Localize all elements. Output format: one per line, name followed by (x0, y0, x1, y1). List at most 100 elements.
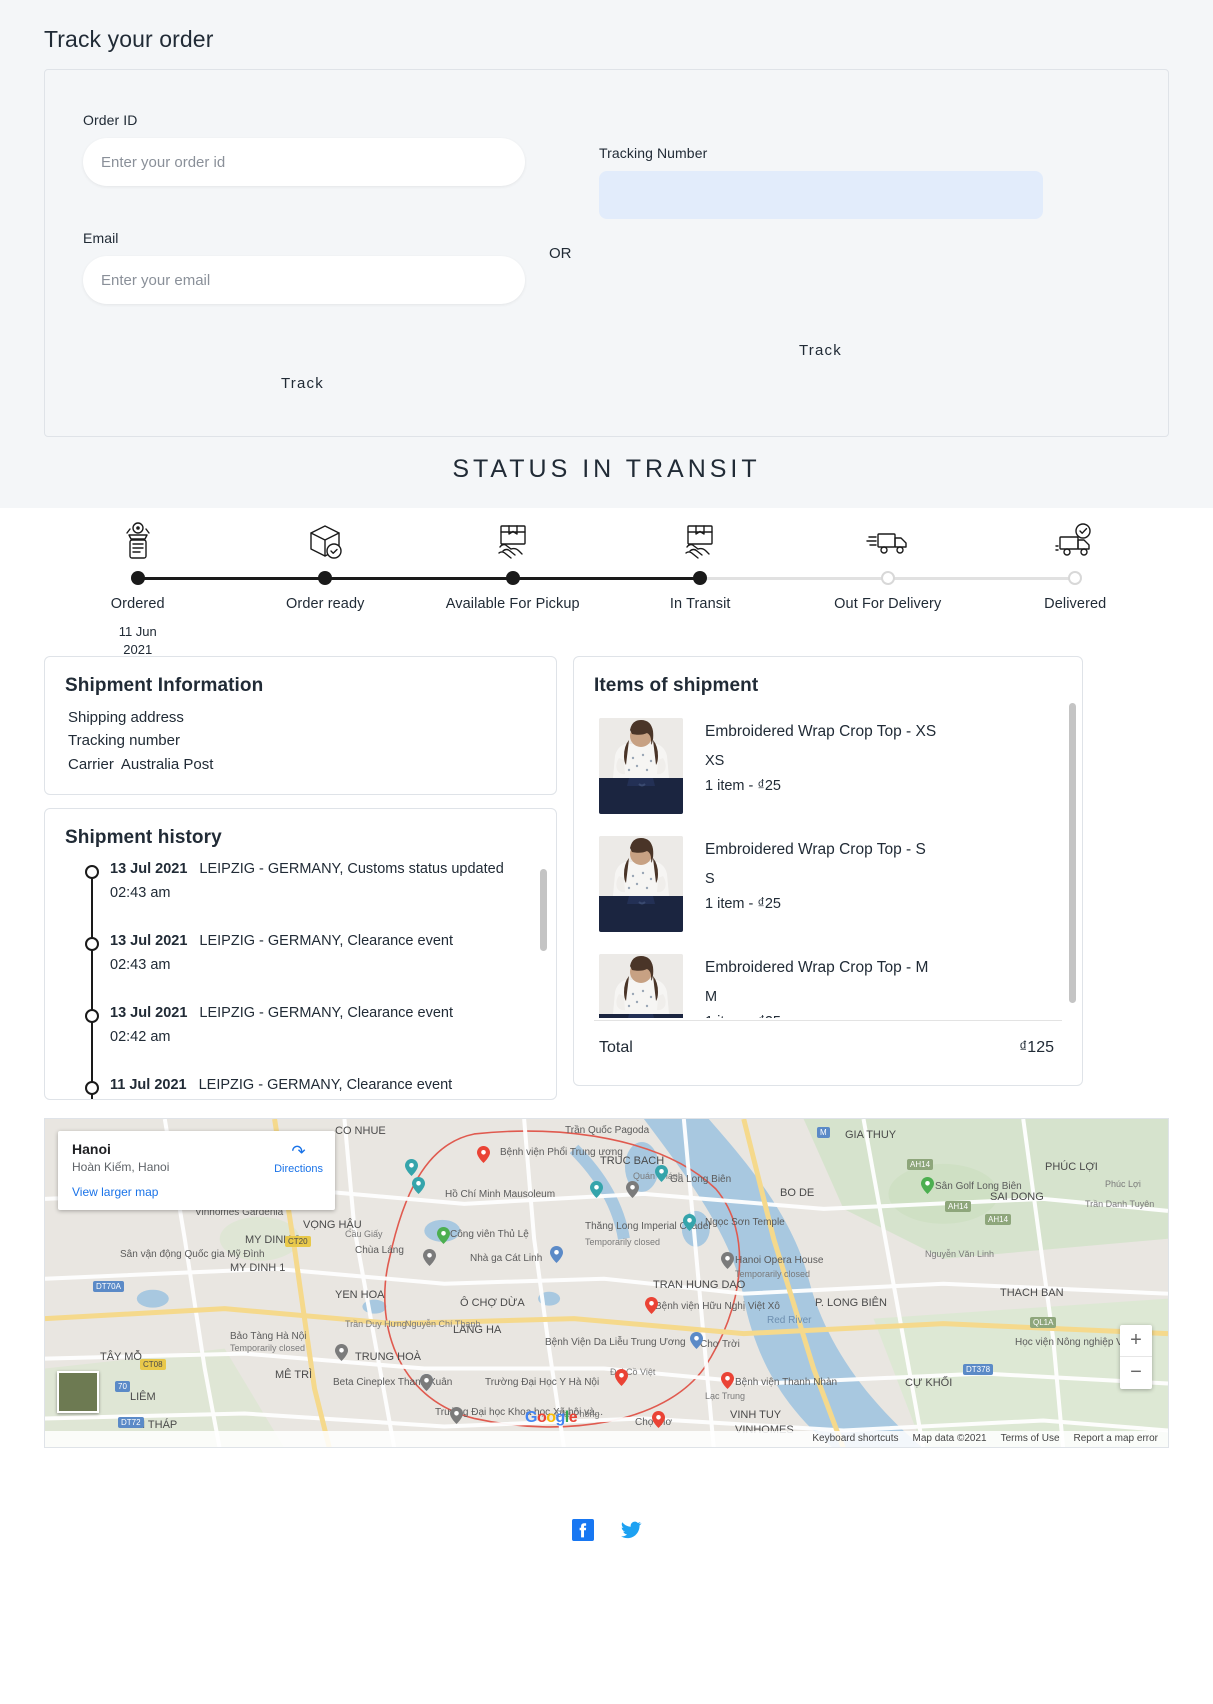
map-location-pin-icon[interactable] (412, 1176, 425, 1194)
shipment-info-label: Carrier (68, 755, 114, 773)
map-location-pin-icon[interactable] (550, 1245, 563, 1263)
map-location-pin-icon[interactable] (477, 1145, 490, 1163)
map-location-pin-icon[interactable] (437, 1226, 450, 1244)
history-time: 02:42 am (110, 1028, 171, 1045)
map-label: Temporarily closed (735, 1268, 811, 1279)
shipment-item-row: Embroidered Wrap Crop Top - XS XS 1 item… (594, 706, 1048, 824)
map-location-pin-icon[interactable] (405, 1158, 418, 1176)
map-label: Trần Duy Hưng (345, 1318, 407, 1329)
map-location-pin-icon[interactable] (423, 1248, 436, 1266)
map-highway-badge: M (817, 1126, 830, 1138)
shipment-info-label: Shipping address (68, 709, 184, 726)
map-location-pin-icon[interactable] (590, 1180, 603, 1198)
map-location-pin-icon[interactable] (690, 1331, 703, 1349)
track-button-order-id[interactable]: Track (281, 375, 324, 392)
history-description: LEIPZIG - GERMANY, Clearance event (198, 1076, 453, 1093)
shipment-info-row: Tracking number (65, 729, 536, 752)
shipment-info-label: Tracking number (68, 732, 180, 750)
map-label: Ngọc Sơn Temple (705, 1216, 785, 1228)
history-date: 13 Jul 2021 (110, 1004, 188, 1021)
stepper-step-delivered: Delivered (982, 518, 1170, 659)
social-footer (0, 1448, 1213, 1558)
map-highway-badge: AH14 (985, 1213, 1012, 1225)
view-larger-map-link[interactable]: View larger map (72, 1185, 158, 1199)
shipment-history-item: 13 Jul 2021 LEIPZIG - GERMANY, Customs st… (69, 861, 536, 949)
email-input[interactable] (83, 256, 525, 304)
map-label: Nguyễn Văn Linh (925, 1248, 995, 1259)
items-list: Embroidered Wrap Crop Top - XS XS 1 item… (594, 706, 1062, 1018)
map-location-pin-icon[interactable] (655, 1164, 668, 1182)
google-logo-letter: o (536, 1408, 547, 1426)
map-info-card[interactable]: Hanoi Hoàn Kiếm, Hanoi View larger map ↷… (58, 1130, 335, 1210)
map-location-pin-icon[interactable] (626, 1180, 639, 1198)
map-label: CỰ KHỐI (905, 1376, 953, 1389)
map-location-pin-icon[interactable] (335, 1343, 348, 1361)
map-location-pin-icon[interactable] (615, 1368, 628, 1386)
map-location-pin-icon[interactable] (420, 1373, 433, 1391)
google-logo-letter: e (568, 1408, 578, 1426)
tracking-number-input[interactable] (599, 171, 1043, 219)
delivery-map[interactable]: CO NHUE Trần Quốc Pagoda GIA THUY TRUC BACH… (44, 1117, 1169, 1448)
shipment-information-rows: Shipping address Tracking number Carrier Au… (65, 706, 536, 776)
history-description: LEIPZIG - GERMANY, Clearance event (199, 1004, 453, 1021)
product-variant: XS (705, 753, 725, 770)
map-highway-badge: AH14 (945, 1200, 972, 1212)
map-label: CO NHUE (335, 1124, 386, 1137)
map-directions-button[interactable]: ↷ Directions (274, 1143, 323, 1175)
stepper-step-out-for-delivery: Out For Delivery (794, 518, 1076, 659)
stepper-step-in-transit: In Transit (607, 518, 888, 659)
map-zoom-controls[interactable]: + − (1120, 1324, 1152, 1389)
map-satellite-thumbnail[interactable] (57, 1370, 99, 1413)
shipment-history-title: Shipment history (65, 826, 222, 848)
map-label: SAI DONG (990, 1190, 1044, 1203)
stepper-step-label: Order ready (286, 596, 365, 612)
timeline-dot-icon (85, 936, 99, 951)
map-label: Hồ Chí Minh Mausoleum (445, 1188, 556, 1200)
facebook-icon[interactable] (571, 1518, 595, 1542)
shipment-history-scrollbar[interactable] (540, 868, 547, 951)
stepper-connector (512, 577, 701, 580)
map-label: Chùa Láng (355, 1244, 404, 1256)
map-label: Chợ Trời (700, 1338, 740, 1350)
hand-box-icon (607, 518, 795, 564)
map-label: YEN HOA (335, 1288, 385, 1301)
stepper-step-label: Ordered (110, 596, 165, 612)
map-label: GIA THUY (845, 1128, 897, 1141)
map-label: THACH BAN (1000, 1286, 1064, 1299)
timeline-dot-icon (85, 1008, 99, 1023)
shipment-item-row: Embroidered Wrap Crop Top - M M 1 item -… (594, 942, 1048, 1018)
stepper-dot (693, 571, 708, 585)
track-form-right-column: Tracking Number (599, 145, 1043, 219)
map-zoom-in-button[interactable]: + (1120, 1325, 1152, 1357)
product-name: Embroidered Wrap Crop Top - S (705, 841, 926, 858)
google-logo-letter: G (525, 1408, 537, 1426)
map-location-pin-icon[interactable] (645, 1296, 658, 1314)
map-location-pin-icon[interactable] (921, 1176, 934, 1194)
map-location-pin-icon[interactable] (652, 1410, 665, 1428)
map-label: Trường Đại Học Y Hà Nội (485, 1376, 600, 1388)
map-zoom-out-button[interactable]: − (1120, 1357, 1152, 1389)
map-label: TÂY MỖ (100, 1350, 142, 1363)
map-location-pin-icon[interactable] (450, 1406, 463, 1424)
product-quantity-price: 1 item - ₫25 (705, 896, 781, 913)
map-location-pin-icon[interactable] (721, 1251, 734, 1269)
map-location-pin-icon[interactable] (683, 1213, 696, 1231)
stepper-step-date: 11 Jun 2021 (118, 623, 157, 657)
map-label: Lạc Trung (705, 1390, 746, 1401)
map-label: Bệnh Viện Da Liễu Trung Ương (545, 1336, 686, 1348)
box-check-icon (232, 518, 420, 564)
terms-of-use-link[interactable]: Terms of Use (1001, 1433, 1060, 1444)
map-label: Nhà ga Cát Linh (470, 1252, 543, 1264)
history-date: 13 Jul 2021 (110, 932, 188, 949)
stepper-connector (887, 577, 1076, 580)
items-list-scrollbar[interactable] (1069, 703, 1076, 1003)
order-id-input[interactable] (83, 138, 525, 186)
keyboard-shortcuts-link[interactable]: Keyboard shortcuts (812, 1433, 898, 1444)
map-location-pin-icon[interactable] (721, 1371, 734, 1389)
stepper-step-ordered: Ordered 11 Jun 2021 (44, 518, 326, 659)
track-button-tracking-number[interactable]: Track (799, 342, 842, 359)
twitter-icon[interactable] (619, 1518, 643, 1542)
report-map-error-link[interactable]: Report a map error (1074, 1433, 1158, 1444)
map-label: LIÊM (130, 1390, 156, 1403)
map-label: Ô CHỢ DỪA (460, 1296, 525, 1309)
